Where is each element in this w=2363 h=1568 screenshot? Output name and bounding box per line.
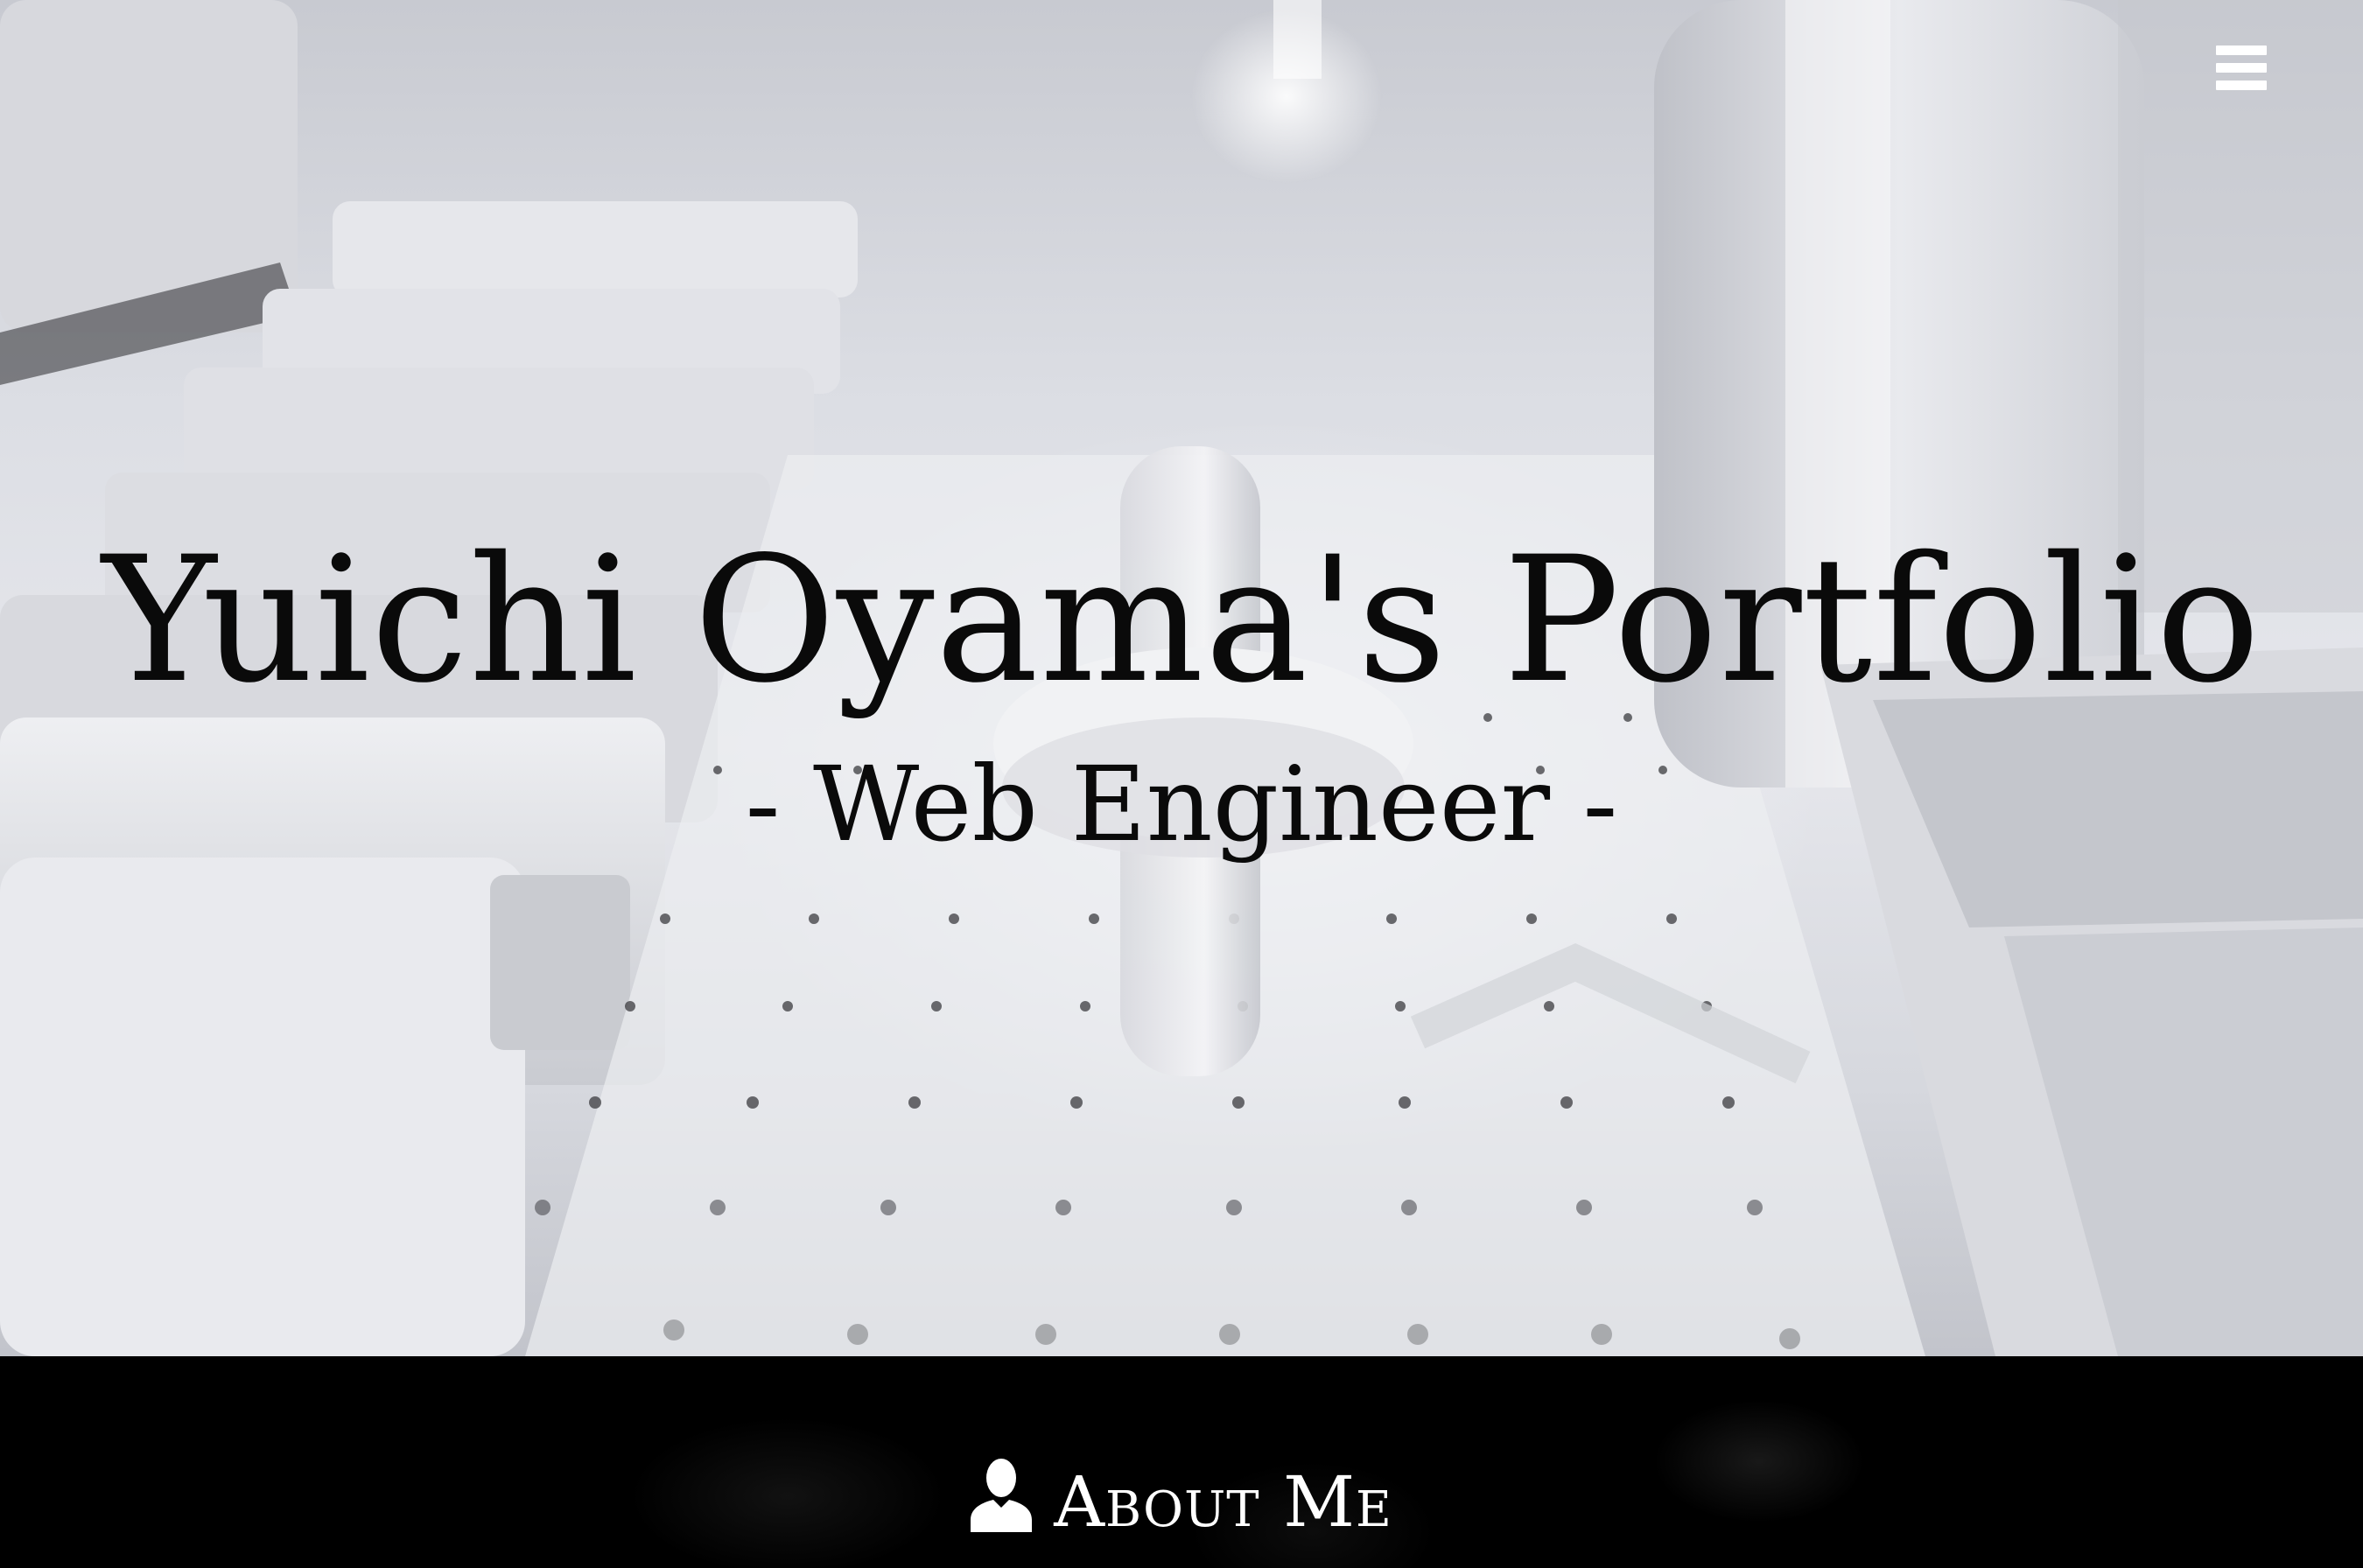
about-section: About Me	[0, 1356, 2363, 1568]
hamburger-menu-button[interactable]	[2209, 40, 2272, 96]
page-subtitle: - Web Engineer -	[745, 744, 1618, 864]
about-heading-label: About Me	[1054, 1461, 1392, 1543]
menu-bar-bottom	[2216, 80, 2267, 90]
person-icon	[971, 1458, 1033, 1532]
page-title: Yuichi Oyama's Portfolio	[102, 519, 2261, 721]
menu-bar-top	[2216, 46, 2267, 55]
about-heading[interactable]: About Me	[0, 1458, 2363, 1543]
page: Yuichi Oyama's Portfolio - Web Engineer …	[0, 0, 2363, 1568]
hero-section: Yuichi Oyama's Portfolio - Web Engineer …	[0, 0, 2363, 1356]
menu-bar-middle	[2216, 63, 2267, 73]
